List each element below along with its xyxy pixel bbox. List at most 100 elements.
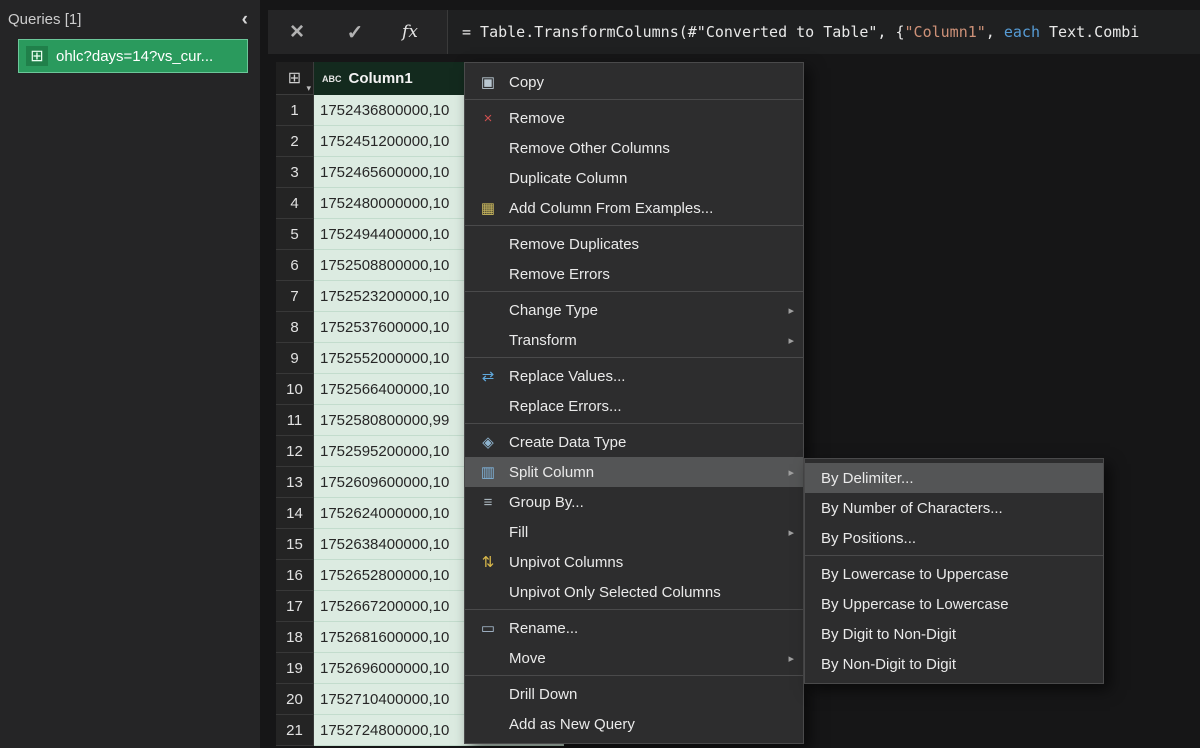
- cancel-formula-button[interactable]: ×: [268, 18, 326, 46]
- menu-item-label: Duplicate Column: [509, 170, 627, 187]
- menu-item-label: Transform: [509, 332, 577, 349]
- row-number[interactable]: 1: [276, 95, 314, 126]
- submenu-item-by-lowercase-to-uppercase[interactable]: By Lowercase to Uppercase: [805, 559, 1103, 589]
- row-number[interactable]: 13: [276, 467, 314, 498]
- menu-item-label: By Non-Digit to Digit: [821, 656, 956, 673]
- menu-item-rename[interactable]: ▭Rename...: [465, 613, 803, 643]
- menu-item-unpivot-columns[interactable]: ⇅Unpivot Columns: [465, 547, 803, 577]
- menu-item-unpivot-only-selected-columns[interactable]: Unpivot Only Selected Columns: [465, 577, 803, 607]
- row-number[interactable]: 6: [276, 250, 314, 281]
- row-number[interactable]: 21: [276, 715, 314, 746]
- menu-item-label: Remove Duplicates: [509, 236, 639, 253]
- row-number[interactable]: 17: [276, 591, 314, 622]
- submenu-item-by-positions[interactable]: By Positions...: [805, 523, 1103, 553]
- add-column-from-examples-icon: ▦: [475, 199, 501, 217]
- menu-item-label: Fill: [509, 524, 528, 541]
- row-number[interactable]: 18: [276, 622, 314, 653]
- column-context-menu: ▣Copy × Remove Remove Other Columns Duplicat…: [464, 62, 804, 744]
- submenu-item-by-number-of-characters[interactable]: By Number of Characters...: [805, 493, 1103, 523]
- menu-item-label: Create Data Type: [509, 434, 626, 451]
- menu-separator: [465, 423, 803, 424]
- row-number[interactable]: 20: [276, 684, 314, 715]
- collapse-pane-icon[interactable]: ‹: [242, 13, 248, 27]
- row-number[interactable]: 19: [276, 653, 314, 684]
- split-column-submenu: By Delimiter... By Number of Characters..…: [804, 458, 1104, 684]
- formula-token: Text.Combi: [1040, 23, 1139, 41]
- caret-down-icon: ▾: [306, 83, 311, 94]
- formula-token: ,: [986, 23, 1004, 41]
- row-number[interactable]: 9: [276, 343, 314, 374]
- row-number[interactable]: 10: [276, 374, 314, 405]
- menu-item-label: Remove: [509, 110, 565, 127]
- menu-item-group-by[interactable]: ≡ Group By...: [465, 487, 803, 517]
- menu-item-remove-other-columns[interactable]: Remove Other Columns: [465, 133, 803, 163]
- table-menu-button[interactable]: ⊞ ▾: [276, 62, 314, 95]
- menu-separator: [465, 225, 803, 226]
- submenu-arrow-icon: ▸: [788, 334, 794, 347]
- row-number[interactable]: 5: [276, 219, 314, 250]
- submenu-item-by-digit-to-non-digit[interactable]: By Digit to Non-Digit: [805, 619, 1103, 649]
- remove-icon: ×: [475, 110, 501, 127]
- query-table-icon: ⊞: [26, 46, 48, 66]
- menu-item-label: By Positions...: [821, 530, 916, 547]
- column-name: Column1: [349, 70, 413, 87]
- menu-item-add-column-from-examples[interactable]: ▦Add Column From Examples...: [465, 193, 803, 223]
- row-number[interactable]: 7: [276, 281, 314, 312]
- text-type-icon: ABC: [322, 74, 342, 84]
- submenu-item-by-delimiter[interactable]: By Delimiter...: [805, 463, 1103, 493]
- menu-separator: [465, 99, 803, 100]
- menu-item-add-as-new-query[interactable]: Add as New Query: [465, 709, 803, 739]
- menu-item-copy[interactable]: ▣Copy: [465, 67, 803, 97]
- menu-item-replace-errors[interactable]: Replace Errors...: [465, 391, 803, 421]
- menu-item-change-type[interactable]: Change Type▸: [465, 295, 803, 325]
- row-number[interactable]: 11: [276, 405, 314, 436]
- row-number[interactable]: 15: [276, 529, 314, 560]
- menu-item-label: By Lowercase to Uppercase: [821, 566, 1009, 583]
- confirm-formula-button[interactable]: ✓: [326, 20, 384, 45]
- fx-icon[interactable]: fx: [384, 22, 436, 42]
- menu-item-label: Group By...: [509, 494, 584, 511]
- menu-item-remove[interactable]: × Remove: [465, 103, 803, 133]
- row-number[interactable]: 2: [276, 126, 314, 157]
- table-icon: ⊞: [288, 68, 301, 88]
- menu-item-fill[interactable]: Fill▸: [465, 517, 803, 547]
- row-number[interactable]: 12: [276, 436, 314, 467]
- menu-item-drill-down[interactable]: Drill Down: [465, 679, 803, 709]
- queries-pane-title: Queries [1]: [8, 11, 81, 28]
- menu-item-label: Remove Errors: [509, 266, 610, 283]
- submenu-arrow-icon: ▸: [788, 466, 794, 479]
- menu-separator: [465, 675, 803, 676]
- submenu-item-by-non-digit-to-digit[interactable]: By Non-Digit to Digit: [805, 649, 1103, 679]
- create-data-type-icon: ◈: [475, 433, 501, 451]
- menu-item-label: Remove Other Columns: [509, 140, 670, 157]
- copy-icon: ▣: [475, 73, 501, 91]
- menu-item-move[interactable]: Move ▸: [465, 643, 803, 673]
- query-item[interactable]: ⊞ ohlc?days=14?vs_cur...: [18, 39, 248, 73]
- menu-item-replace-values[interactable]: ⇄Replace Values...: [465, 361, 803, 391]
- row-number[interactable]: 8: [276, 312, 314, 343]
- menu-item-transform[interactable]: Transform ▸: [465, 325, 803, 355]
- menu-item-label: By Delimiter...: [821, 470, 914, 487]
- menu-item-remove-errors[interactable]: Remove Errors: [465, 259, 803, 289]
- group-by-icon: ≡: [475, 494, 501, 511]
- submenu-arrow-icon: ▸: [788, 304, 794, 317]
- submenu-arrow-icon: ▸: [788, 652, 794, 665]
- submenu-item-by-uppercase-to-lowercase[interactable]: By Uppercase to Lowercase: [805, 589, 1103, 619]
- row-number[interactable]: 14: [276, 498, 314, 529]
- split-column-icon: ▥: [475, 463, 501, 481]
- menu-item-remove-duplicates[interactable]: Remove Duplicates: [465, 229, 803, 259]
- menu-item-label: Move: [509, 650, 546, 667]
- formula-token: each: [1004, 23, 1040, 41]
- formula-bar-buttons: × ✓ fx: [268, 10, 448, 54]
- row-number[interactable]: 3: [276, 157, 314, 188]
- menu-item-label: By Digit to Non-Digit: [821, 626, 956, 643]
- row-number[interactable]: 4: [276, 188, 314, 219]
- row-number[interactable]: 16: [276, 560, 314, 591]
- query-item-label: ohlc?days=14?vs_cur...: [56, 48, 213, 65]
- menu-separator: [465, 609, 803, 610]
- menu-item-split-column[interactable]: ▥Split Column▸: [465, 457, 803, 487]
- menu-item-create-data-type[interactable]: ◈ Create Data Type: [465, 427, 803, 457]
- menu-item-duplicate-column[interactable]: Duplicate Column: [465, 163, 803, 193]
- menu-item-label: Replace Errors...: [509, 398, 622, 415]
- formula-input[interactable]: = Table.TransformColumns(#"Converted to …: [448, 10, 1200, 54]
